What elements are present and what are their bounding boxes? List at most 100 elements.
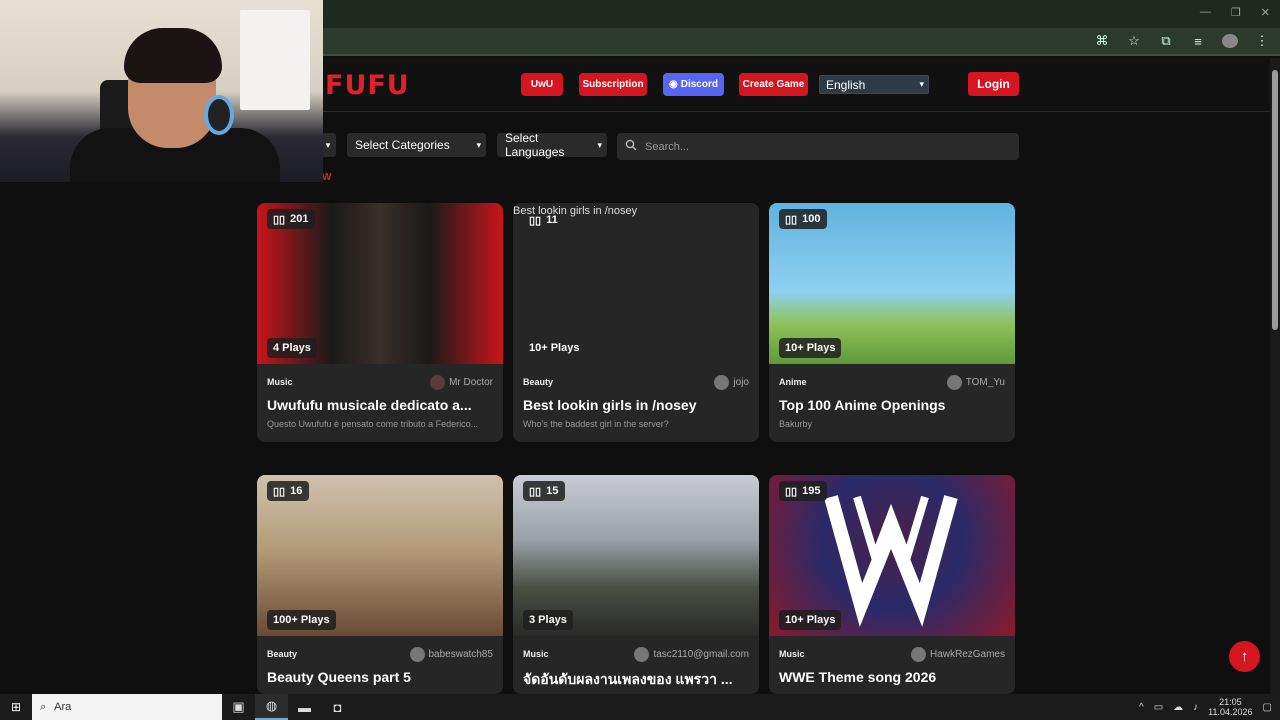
partial-tab-label[interactable]: W	[322, 172, 331, 183]
categories-select[interactable]: Select Categories ▾	[347, 133, 486, 157]
search-input[interactable]: Search...	[617, 133, 1019, 160]
card-author[interactable]: Mr Doctor	[430, 375, 493, 390]
uwu-button[interactable]: UwU	[521, 73, 563, 96]
discord-label: Discord	[680, 79, 718, 90]
taskbar-clock[interactable]: 21:05 11.04.2026	[1208, 697, 1252, 717]
chevron-down-icon: ▾	[476, 139, 481, 150]
notifications-icon[interactable]: ▢	[1263, 702, 1272, 713]
game-card[interactable]: ▯▯ 195 10+ Plays Music HawkRezGames WWE …	[769, 475, 1015, 694]
subscription-button[interactable]: Subscription	[579, 73, 647, 96]
headset-icon	[204, 95, 234, 135]
webcam-person-hair	[124, 28, 222, 83]
network-icon[interactable]: ▭	[1154, 702, 1163, 713]
profile-avatar[interactable]	[1222, 34, 1238, 48]
card-title[interactable]: Best lookin girls in /nosey	[513, 393, 759, 413]
extensions-icon[interactable]: ⧉	[1158, 33, 1174, 49]
card-category[interactable]: Beauty	[523, 377, 553, 387]
categories-select-value: Select Categories	[355, 138, 450, 152]
create-game-button[interactable]: Create Game	[739, 73, 808, 96]
language-select[interactable]: English ▾	[819, 75, 929, 94]
restore-button[interactable]: ❐	[1231, 6, 1241, 19]
site-logo[interactable]: FUFU	[325, 70, 410, 101]
game-card[interactable]: ▯▯ 16 100+ Plays Beauty babeswatch85 Bea…	[257, 475, 503, 694]
author-name: HawkRezGames	[929, 649, 1005, 660]
windows-logo-icon: ⊞	[10, 700, 22, 714]
webcam-overlay	[0, 0, 323, 182]
minimize-button[interactable]: —	[1200, 6, 1211, 19]
item-count-badge: ▯▯ 201	[267, 209, 316, 229]
card-thumbnail[interactable]: Best lookin girls in /nosey ▯▯ 11 10+ Pl…	[513, 203, 759, 364]
game-card[interactable]: Best lookin girls in /nosey ▯▯ 11 10+ Pl…	[513, 203, 759, 442]
game-card[interactable]: ▯▯ 201 4 Plays Music Mr Doctor Uwufufu m…	[257, 203, 503, 442]
scrollbar-thumb[interactable]	[1272, 70, 1278, 330]
webcam-background-window	[240, 10, 310, 110]
discord-button[interactable]: ◉ Discord	[663, 73, 724, 96]
card-title[interactable]: Beauty Queens part 5	[257, 665, 503, 685]
page-scrollbar[interactable]	[1270, 58, 1280, 694]
cards-icon: ▯▯	[273, 485, 286, 498]
languages-select[interactable]: Select Languages ▾	[497, 131, 607, 159]
close-window-button[interactable]: ✕	[1261, 6, 1270, 19]
media-icon[interactable]: ≡	[1190, 34, 1206, 49]
search-icon: ⌕	[40, 700, 47, 713]
chevron-down-icon: ▾	[919, 79, 924, 89]
cards-icon: ▯▯	[273, 213, 286, 226]
card-category[interactable]: Beauty	[267, 649, 297, 659]
game-card[interactable]: ▯▯ 100 10+ Plays Anime TOM_Yu Top 100 An…	[769, 203, 1015, 442]
card-title[interactable]: จัดอันดับผลงานเพลงของ แพรวา ...	[513, 665, 759, 691]
item-count: 100	[802, 213, 821, 225]
card-title[interactable]: WWE Theme song 2026	[769, 665, 1015, 685]
card-author[interactable]: jojo	[714, 375, 749, 390]
discord-icon: ◉	[669, 79, 678, 90]
card-author[interactable]: TOM_Yu	[946, 375, 1005, 390]
taskbar-search-placeholder: Ara	[54, 701, 72, 713]
card-thumbnail[interactable]: ▯▯ 100 10+ Plays	[769, 203, 1015, 364]
chrome-icon[interactable]: ◍	[255, 694, 288, 720]
card-thumbnail[interactable]: ▯▯ 15 3 Plays	[513, 475, 759, 636]
login-button[interactable]: Login	[968, 72, 1019, 96]
taskbar-search[interactable]: ⌕ Ara	[32, 694, 222, 720]
card-category[interactable]: Music	[523, 649, 549, 659]
plays-badge: 3 Plays	[523, 610, 573, 630]
chevron-up-icon[interactable]: ^	[1139, 702, 1144, 713]
card-description: Who's the baddest girl in the server?	[523, 419, 669, 429]
plays-badge: 10+ Plays	[779, 610, 842, 630]
start-button[interactable]: ⊞	[0, 694, 32, 720]
system-tray: ^ ▭ ☁ ♪ 21:05 11.04.2026 ▢	[1139, 694, 1272, 720]
card-thumbnail[interactable]: ▯▯ 201 4 Plays	[257, 203, 503, 364]
card-thumbnail[interactable]: ▯▯ 16 100+ Plays	[257, 475, 503, 636]
cards-icon: ▯▯	[785, 213, 798, 226]
card-title[interactable]: Uwufufu musicale dedicato a...	[257, 393, 503, 413]
card-description: Questo Uwufufu è pensato come tributo a …	[267, 419, 479, 429]
game-card[interactable]: ▯▯ 15 3 Plays Music tasc2110@gmail.com จ…	[513, 475, 759, 694]
volume-icon[interactable]: ♪	[1193, 702, 1198, 713]
discord-app-icon[interactable]: ◘	[321, 694, 354, 720]
card-author[interactable]: tasc2110@gmail.com	[634, 647, 749, 662]
avatar	[946, 375, 962, 390]
browser-menu-icon[interactable]: ⋮	[1254, 33, 1270, 49]
item-count: 201	[290, 213, 309, 225]
author-name: babeswatch85	[428, 649, 494, 660]
item-count-badge: ▯▯ 100	[779, 209, 828, 229]
file-explorer-icon[interactable]: ▬	[288, 694, 321, 720]
search-icon	[625, 139, 637, 154]
bookmark-star-icon[interactable]: ☆	[1126, 33, 1142, 49]
card-title[interactable]: Top 100 Anime Openings	[769, 393, 1015, 413]
card-author[interactable]: HawkRezGames	[910, 647, 1005, 662]
arrow-up-icon: ↑	[1240, 648, 1249, 665]
scroll-to-top-button[interactable]: ↑	[1229, 641, 1260, 672]
cards-icon: ▯▯	[785, 485, 798, 498]
cards-icon: ▯▯	[529, 485, 542, 498]
task-view-icon[interactable]: ▣	[222, 694, 255, 720]
card-author[interactable]: babeswatch85	[409, 647, 494, 662]
card-thumbnail[interactable]: ▯▯ 195 10+ Plays	[769, 475, 1015, 636]
avatar	[714, 375, 730, 390]
author-name: jojo	[733, 377, 749, 388]
card-category[interactable]: Music	[779, 649, 805, 659]
clock-time: 21:05	[1219, 697, 1242, 707]
avatar	[409, 647, 425, 662]
card-category[interactable]: Anime	[779, 377, 807, 387]
card-category[interactable]: Music	[267, 377, 293, 387]
translate-icon[interactable]: ⌘	[1094, 33, 1110, 49]
cloud-icon[interactable]: ☁	[1173, 702, 1183, 713]
